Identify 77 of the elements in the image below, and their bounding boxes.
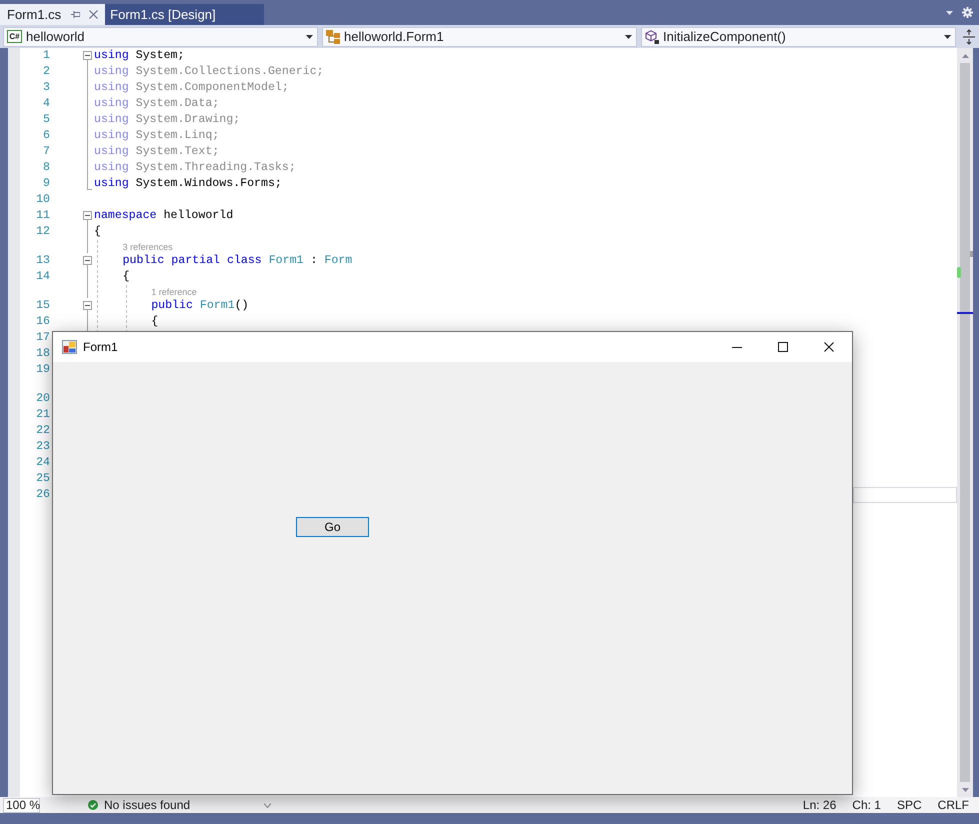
code-line: public Form1(): [151, 298, 249, 314]
line-ending-indicator[interactable]: CRLF: [938, 796, 969, 814]
line-number: 22: [35, 423, 50, 439]
line-number: 21: [35, 407, 50, 423]
line-number: 7: [42, 144, 50, 160]
line-number: 17: [35, 330, 50, 346]
split-icon[interactable]: [962, 28, 976, 44]
maximize-icon[interactable]: [778, 342, 788, 352]
line-number: 15: [35, 298, 50, 314]
line-number: 23: [35, 439, 50, 455]
code-line: {: [122, 269, 130, 285]
collapse-icon[interactable]: [83, 51, 92, 60]
line-number: 10: [35, 192, 50, 208]
app-icon: [62, 340, 77, 354]
line-number: 13: [35, 253, 50, 269]
collapse-icon[interactable]: [83, 211, 92, 220]
collapse-icon[interactable]: [83, 256, 92, 265]
code-line: using System.Text;: [94, 144, 220, 160]
line-number: 18: [35, 346, 50, 362]
line-number: 11: [35, 208, 50, 224]
scroll-up-arrow[interactable]: [962, 54, 968, 58]
line-number: 1: [42, 48, 50, 64]
code-line: using System;: [94, 48, 184, 64]
change-marker: [957, 267, 961, 278]
pin-icon[interactable]: [71, 10, 80, 19]
class-icon: [326, 30, 340, 44]
line-number: 6: [42, 128, 50, 144]
column-indicator[interactable]: Ch: 1: [852, 796, 881, 814]
document-tab[interactable]: Form1.cs [Design]: [105, 4, 264, 25]
close-icon[interactable]: [824, 342, 834, 352]
window-title: Form1: [83, 339, 118, 356]
code-line: using System.Data;: [94, 96, 220, 112]
line-number: 25: [35, 471, 50, 487]
code-line: using System.Windows.Forms;: [94, 176, 282, 192]
whitespace-indicator[interactable]: SPC: [896, 796, 922, 814]
caret-icon[interactable]: [625, 34, 632, 38]
code-line: using System.Threading.Tasks;: [94, 160, 296, 176]
line-number: 12: [35, 224, 50, 240]
cube-icon: [645, 30, 659, 44]
scrollbar-thumb[interactable]: [960, 63, 970, 782]
line-number: 3: [42, 80, 50, 96]
line-number: 14: [35, 269, 50, 285]
line-number: 4: [42, 96, 50, 112]
code-line: using System.ComponentModel;: [94, 80, 289, 96]
scroll-down-arrow[interactable]: [962, 788, 968, 792]
navigation-dropdown[interactable]: helloworld.Form1: [322, 26, 637, 46]
go-button[interactable]: Go: [296, 517, 369, 537]
code-line: using System.Collections.Generic;: [94, 64, 324, 80]
zoom-dropdown[interactable]: 100 %: [3, 798, 40, 812]
collapse-icon[interactable]: [83, 301, 92, 310]
code-line: public partial class Form1 : Form: [122, 253, 352, 269]
line-number: 20: [35, 391, 50, 407]
scroll-marker: [970, 251, 973, 257]
check-circle-icon: [88, 800, 98, 810]
line-number: 2: [42, 64, 50, 80]
line-number: 24: [35, 455, 50, 471]
caret-marker: [957, 312, 973, 314]
code-line: using System.Linq;: [94, 128, 220, 144]
issues-status[interactable]: No issues found: [104, 796, 190, 814]
line-number: 5: [42, 112, 50, 128]
line-number: 26: [35, 487, 50, 503]
line-number: 16: [35, 314, 50, 330]
line-number: 8: [42, 160, 50, 176]
language-tag: C#: [7, 30, 22, 43]
code-line: using System.Drawing;: [94, 112, 240, 128]
code-line: {: [94, 224, 101, 240]
gear-icon[interactable]: [962, 7, 973, 18]
code-line: {: [151, 314, 158, 330]
line-indicator[interactable]: Ln: 26: [802, 796, 836, 814]
navigation-dropdown[interactable]: InitializeComponent(): [641, 26, 956, 46]
code-line: namespace helloworld: [94, 208, 234, 224]
navigation-dropdown[interactable]: C# helloworld: [3, 26, 318, 46]
caret-icon[interactable]: [944, 34, 951, 38]
line-number: 19: [35, 362, 50, 378]
line-number: 9: [42, 176, 50, 192]
document-tab[interactable]: Form1.cs: [0, 4, 106, 25]
caret-icon[interactable]: [306, 34, 313, 38]
